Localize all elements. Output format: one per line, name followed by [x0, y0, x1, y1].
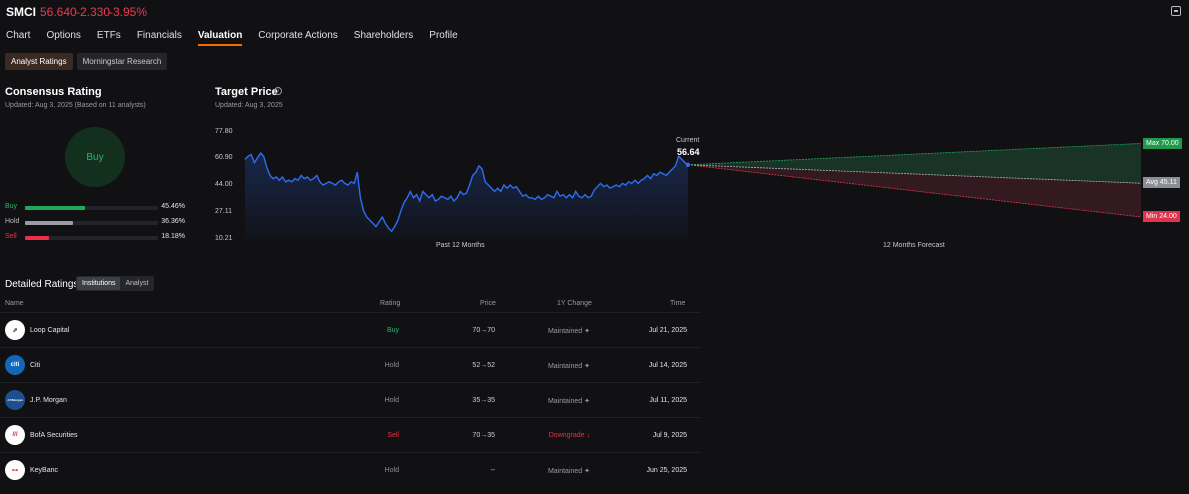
- institution-logo: ///: [5, 425, 25, 445]
- tab-institutions[interactable]: Institutions: [77, 277, 121, 290]
- tab-analyst[interactable]: Analyst: [120, 277, 153, 290]
- table-row[interactable]: ⇗ Loop Capital Buy 70→70 Maintained ✦ Jul 21,…: [0, 312, 700, 347]
- institution-name: Citi: [30, 362, 41, 369]
- rating-change: Downgrade ↓: [548, 432, 590, 439]
- current-value: 56.64: [677, 147, 700, 157]
- rating-date: Jul 14, 2025: [648, 362, 687, 369]
- forecast-max-label: Max 70.00: [1143, 138, 1182, 149]
- forecast-min-label: Min 24.00: [1143, 211, 1180, 222]
- detailed-ratings-title: Detailed Ratings: [5, 279, 79, 290]
- current-label: Current: [676, 137, 700, 144]
- rating-change: Maintained ✦: [547, 468, 590, 475]
- forecast-avg-label: Avg 45.11: [1143, 177, 1180, 188]
- institution-logo: ⊶: [5, 460, 25, 480]
- col-header-rating[interactable]: Rating: [380, 300, 400, 307]
- col-header-change[interactable]: 1Y Change: [557, 300, 592, 307]
- rating-date: Jul 21, 2025: [648, 327, 687, 334]
- rating-change: Maintained ✦: [547, 398, 590, 405]
- table-row[interactable]: J.P.Morgan J.P. Morgan Hold 35→35 Maintained…: [0, 382, 700, 417]
- col-header-time[interactable]: Time: [670, 300, 685, 307]
- current-point: [685, 162, 691, 168]
- price-target: --: [490, 467, 495, 474]
- table-row[interactable]: citi Citi Hold 52→52 Maintained ✦ Jul 14, 202…: [0, 347, 700, 382]
- rating-date: Jul 9, 2025: [652, 432, 687, 439]
- rating-value: Hold: [384, 397, 399, 404]
- col-header-price[interactable]: Price: [480, 300, 496, 307]
- col-header-name[interactable]: Name: [5, 300, 24, 307]
- forecast-period-label: 12 Months Forecast: [883, 242, 945, 249]
- rating-date: Jul 11, 2025: [649, 397, 687, 404]
- rating-value: Sell: [387, 432, 399, 439]
- price-area: [245, 153, 688, 239]
- institution-name: KeyBanc: [30, 467, 59, 474]
- past-period-label: Past 12 Months: [436, 242, 485, 249]
- institution-logo: J.P.Morgan: [5, 390, 25, 410]
- institution-logo: citi: [5, 355, 25, 375]
- target-price-chart: [244, 143, 1142, 239]
- rating-value: Hold: [384, 467, 399, 474]
- institution-name: J.P. Morgan: [30, 397, 67, 404]
- institution-logo: ⇗: [5, 320, 25, 340]
- institution-name: Loop Capital: [30, 327, 70, 334]
- rating-value: Hold: [384, 362, 399, 369]
- price-target: 70→35: [472, 432, 495, 439]
- table-row[interactable]: ⊶ KeyBanc Hold -- Maintained ✦ Jun 25, 2025: [0, 452, 700, 487]
- rating-change: Maintained ✦: [547, 328, 590, 335]
- rating-change: Maintained ✦: [547, 363, 590, 370]
- detailed-tabs: Institutions Analyst: [76, 276, 155, 291]
- price-target: 70→70: [472, 327, 495, 334]
- rating-value: Buy: [386, 327, 399, 334]
- table-row[interactable]: /// BofA Securities Sell 70→35 Downgrade ↓ Ju…: [0, 417, 700, 452]
- rating-date: Jun 25, 2025: [646, 467, 687, 474]
- price-target: 52→52: [472, 362, 495, 369]
- institution-name: BofA Securities: [30, 432, 78, 439]
- price-target: 35→35: [472, 397, 495, 404]
